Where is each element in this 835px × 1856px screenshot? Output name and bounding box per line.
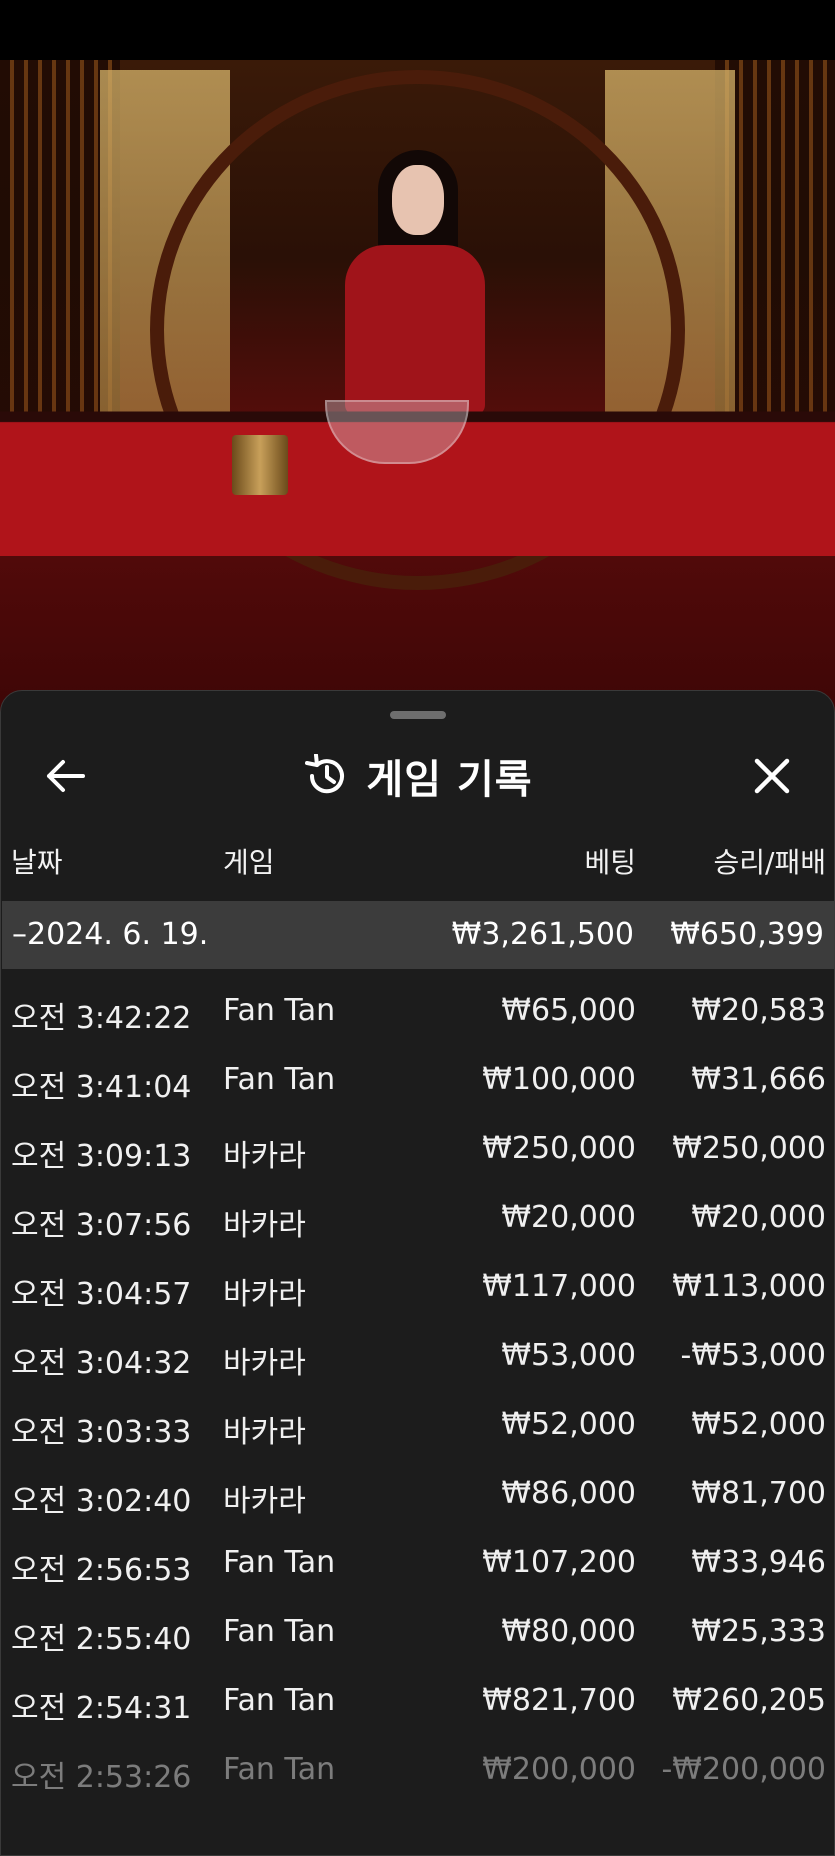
row-bet: ₩821,700 — [482, 1683, 636, 1718]
history-row[interactable]: 오전 3:41:04 Fan Tan ₩100,000 ₩31,666 — [1, 1040, 835, 1109]
row-win-loss: ₩250,000 — [672, 1131, 826, 1166]
row-win-loss: ₩33,946 — [691, 1545, 826, 1580]
row-bet: ₩117,000 — [482, 1269, 636, 1304]
row-bet: ₩53,000 — [501, 1338, 636, 1373]
row-game: 바카라 — [223, 1277, 306, 1312]
row-bet: ₩52,000 — [501, 1407, 636, 1442]
history-row[interactable]: 오전 3:09:13 바카라 ₩250,000 ₩250,000 — [1, 1109, 835, 1178]
summary-date: –2024. 6. 19. — [12, 917, 209, 952]
history-row[interactable]: 오전 2:54:31 Fan Tan ₩821,700 ₩260,205 — [1, 1661, 835, 1730]
history-row[interactable]: 오전 3:07:56 바카라 ₩20,000 ₩20,000 — [1, 1178, 835, 1247]
row-bet: ₩80,000 — [501, 1614, 636, 1649]
row-game: 바카라 — [223, 1208, 306, 1243]
close-button[interactable] — [742, 751, 802, 801]
row-time: 오전 2:55:40 — [11, 1622, 192, 1657]
row-game: 바카라 — [223, 1346, 306, 1381]
history-row[interactable]: 오전 2:53:26 Fan Tan ₩200,000 -₩200,000 — [1, 1730, 835, 1799]
history-row[interactable]: 오전 3:42:22 Fan Tan ₩65,000 ₩20,583 — [1, 971, 835, 1040]
history-list: 오전 3:42:22 Fan Tan ₩65,000 ₩20,583 오전 3:… — [1, 971, 835, 1799]
column-game: 게임 — [223, 846, 275, 879]
row-time: 오전 2:54:31 — [11, 1691, 192, 1726]
game-history-sheet: 게임 기록 날짜 게임 베팅 승리/패배 –2024. 6. 19. ₩3,26… — [0, 690, 835, 1856]
drag-handle[interactable] — [390, 711, 446, 719]
row-game: 바카라 — [223, 1415, 306, 1450]
sheet-title: 게임 기록 — [366, 757, 533, 803]
row-game: Fan Tan — [223, 1683, 336, 1718]
row-win-loss: ₩52,000 — [691, 1407, 826, 1442]
row-win-loss: -₩53,000 — [680, 1338, 826, 1373]
row-bet: ₩100,000 — [482, 1062, 636, 1097]
sheet-header: 게임 기록 — [1, 731, 835, 821]
row-game: Fan Tan — [223, 1062, 336, 1097]
row-time: 오전 3:03:33 — [11, 1415, 192, 1450]
row-bet: ₩20,000 — [501, 1200, 636, 1235]
summary-bet: ₩3,261,500 — [451, 917, 634, 952]
history-row[interactable]: 오전 2:56:53 Fan Tan ₩107,200 ₩33,946 — [1, 1523, 835, 1592]
history-row[interactable]: 오전 2:55:40 Fan Tan ₩80,000 ₩25,333 — [1, 1592, 835, 1661]
column-headers: 날짜 게임 베팅 승리/패배 — [1, 841, 835, 881]
top-black-bar — [0, 0, 835, 60]
brass-cup — [232, 435, 288, 495]
row-win-loss: ₩25,333 — [691, 1614, 826, 1649]
row-game: Fan Tan — [223, 1752, 336, 1787]
row-game: 바카라 — [223, 1484, 306, 1519]
row-win-loss: ₩81,700 — [691, 1476, 826, 1511]
row-time: 오전 2:53:26 — [11, 1760, 192, 1795]
column-bet: 베팅 — [584, 846, 636, 879]
row-game: 바카라 — [223, 1139, 306, 1174]
column-date: 날짜 — [11, 846, 63, 879]
history-row[interactable]: 오전 3:04:57 바카라 ₩117,000 ₩113,000 — [1, 1247, 835, 1316]
row-win-loss: ₩113,000 — [672, 1269, 826, 1304]
row-time: 오전 3:02:40 — [11, 1484, 192, 1519]
live-dealer-video — [0, 60, 835, 720]
row-win-loss: ₩20,000 — [691, 1200, 826, 1235]
row-bet: ₩65,000 — [501, 993, 636, 1028]
row-win-loss: ₩31,666 — [691, 1062, 826, 1097]
row-time: 오전 3:41:04 — [11, 1070, 192, 1105]
history-row[interactable]: 오전 3:04:32 바카라 ₩53,000 -₩53,000 — [1, 1316, 835, 1385]
row-time: 오전 3:07:56 — [11, 1208, 192, 1243]
row-time: 오전 3:04:57 — [11, 1277, 192, 1312]
row-time: 오전 3:04:32 — [11, 1346, 192, 1381]
row-game: Fan Tan — [223, 1545, 336, 1580]
summary-win-loss: ₩650,399 — [670, 917, 824, 952]
row-bet: ₩250,000 — [482, 1131, 636, 1166]
date-summary-row[interactable]: –2024. 6. 19. ₩3,261,500 ₩650,399 — [2, 901, 834, 969]
row-time: 오전 3:42:22 — [11, 1001, 192, 1036]
history-row[interactable]: 오전 3:03:33 바카라 ₩52,000 ₩52,000 — [1, 1385, 835, 1454]
row-bet: ₩86,000 — [501, 1476, 636, 1511]
row-bet: ₩107,200 — [482, 1545, 636, 1580]
column-win-loss: 승리/패배 — [713, 846, 826, 879]
row-win-loss: -₩200,000 — [661, 1752, 826, 1787]
row-game: Fan Tan — [223, 993, 336, 1028]
row-win-loss: ₩20,583 — [691, 993, 826, 1028]
row-game: Fan Tan — [223, 1614, 336, 1649]
history-row[interactable]: 오전 3:02:40 바카라 ₩86,000 ₩81,700 — [1, 1454, 835, 1523]
history-icon — [305, 754, 345, 794]
row-time: 오전 2:56:53 — [11, 1553, 192, 1588]
dealer-body — [345, 245, 485, 415]
row-bet: ₩200,000 — [482, 1752, 636, 1787]
dealer-face — [392, 165, 444, 235]
close-icon — [754, 758, 790, 794]
row-time: 오전 3:09:13 — [11, 1139, 192, 1174]
row-win-loss: ₩260,205 — [672, 1683, 826, 1718]
title-group: 게임 기록 — [1, 751, 835, 803]
